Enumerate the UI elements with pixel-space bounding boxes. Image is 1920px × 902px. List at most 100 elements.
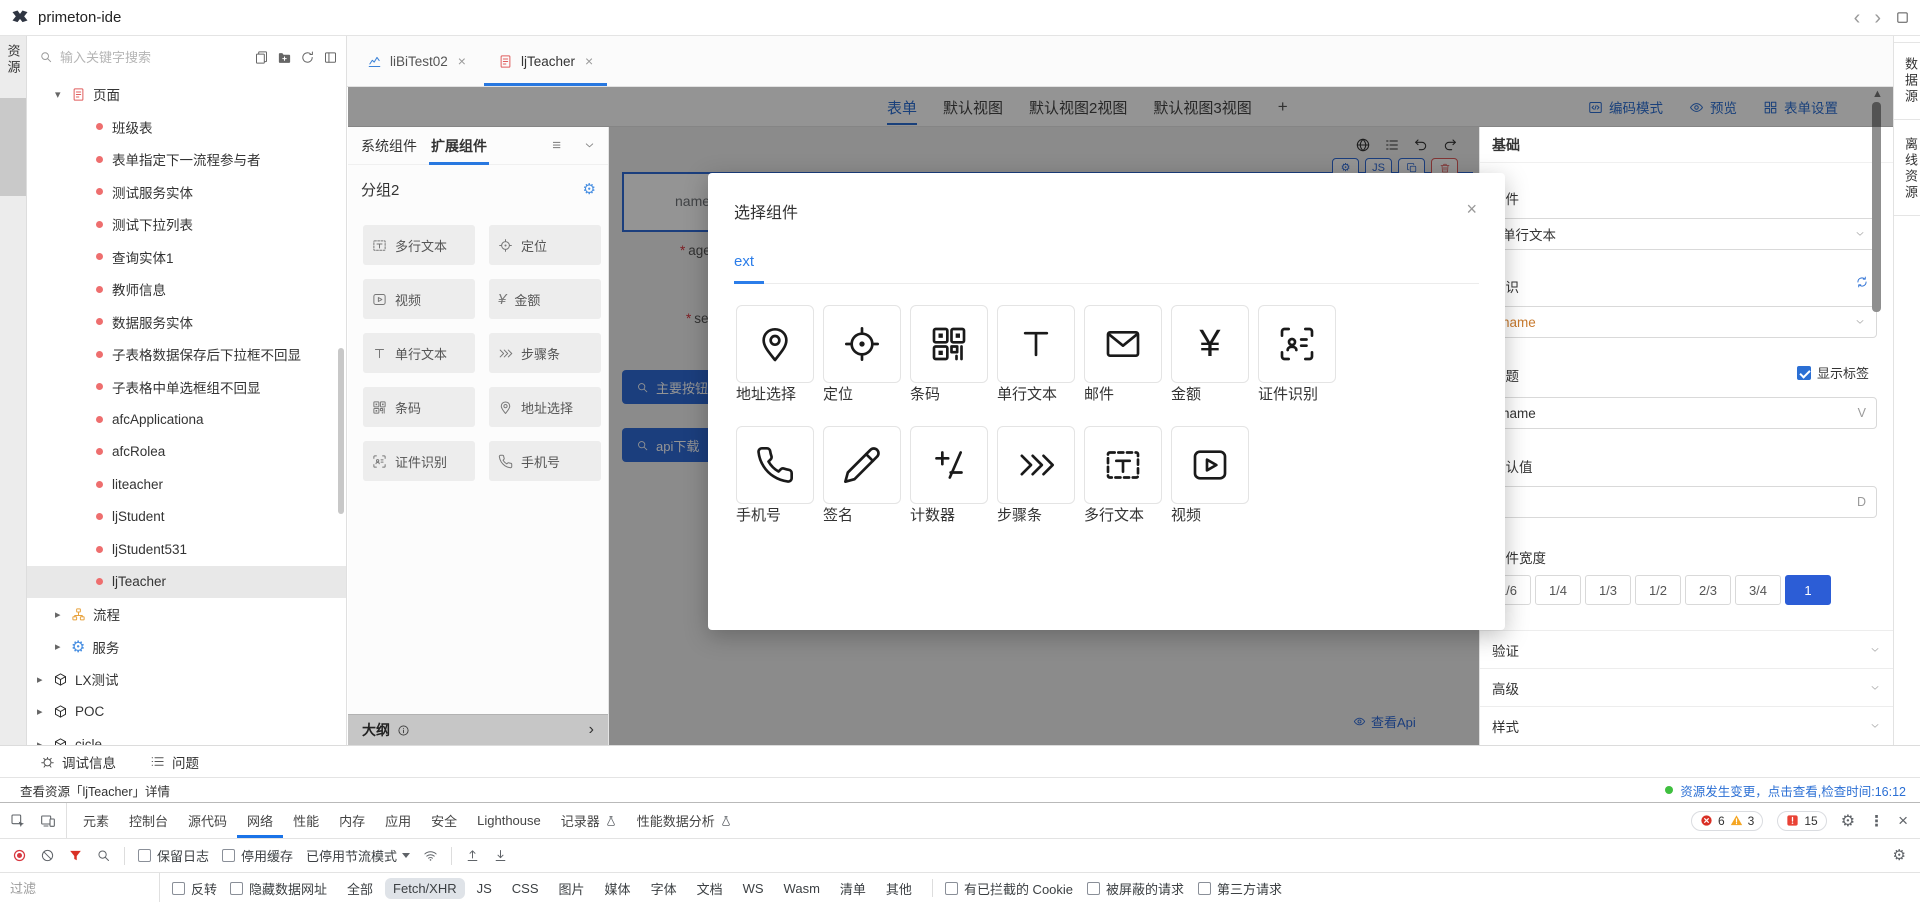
devtools-tab-应用[interactable]: 应用	[375, 803, 421, 838]
close-tab-icon[interactable]: ×	[585, 53, 593, 69]
tree-item-服务[interactable]: ▸⚙服务	[27, 631, 346, 664]
component-card-金额[interactable]: ¥金额	[1171, 305, 1249, 404]
width-option-2/3[interactable]: 2/3	[1685, 575, 1731, 605]
component-card-定位[interactable]: 定位	[823, 305, 901, 404]
component-card-条码[interactable]: 条码	[910, 305, 988, 404]
resource-changed-link[interactable]: 资源发生变更，点击查看,检查时间:16:12	[1665, 781, 1906, 800]
tree-item-ljStudent531[interactable]: ljStudent531	[27, 533, 346, 566]
component-card-多行文本[interactable]: 多行文本	[1084, 426, 1162, 525]
chevron-down-icon[interactable]	[583, 139, 596, 152]
component-card-步骤条[interactable]: 步骤条	[997, 426, 1075, 525]
bottom-tab-调试信息[interactable]: 调试信息	[40, 752, 116, 772]
palette-tab-系统组件[interactable]: 系统组件	[361, 127, 417, 165]
right-rail-离线资源[interactable]: 离线资源	[1894, 123, 1920, 216]
component-card-证件识别[interactable]: 证件识别	[1258, 305, 1336, 404]
component-card-计数器[interactable]: 计数器	[910, 426, 988, 525]
tree-item-ljStudent[interactable]: ljStudent	[27, 501, 346, 534]
tree-item-afcApplicationa[interactable]: afcApplicationa	[27, 403, 346, 436]
tree-collapse-arrow-icon[interactable]: ▸	[55, 608, 71, 621]
sync-icon[interactable]	[1855, 275, 1869, 289]
devtools-tab-安全[interactable]: 安全	[421, 803, 467, 838]
checkbox-icon[interactable]	[138, 849, 151, 862]
checkbox-有已拦截的 Cookie[interactable]: 有已拦截的 Cookie	[945, 879, 1073, 898]
network-search-icon[interactable]	[96, 848, 111, 863]
palette-item-条码[interactable]: 条码	[363, 387, 475, 427]
filter-type-媒体[interactable]: 媒体	[597, 876, 639, 901]
palette-item-证件识别[interactable]: 证件识别	[363, 441, 475, 481]
history-back-icon[interactable]: ‹	[1854, 8, 1861, 28]
devtools-tab-性能数据分析[interactable]: 性能数据分析	[627, 803, 742, 838]
tree-item-cicle[interactable]: ▸cicle	[27, 728, 346, 745]
console-badges[interactable]: 6 3	[1691, 811, 1763, 831]
component-card-单行文本[interactable]: 单行文本	[997, 305, 1075, 404]
filter-input[interactable]	[0, 873, 160, 902]
device-toolbar-icon[interactable]	[40, 813, 56, 829]
filter-type-CSS[interactable]: CSS	[504, 878, 547, 899]
filter-type-文档[interactable]: 文档	[689, 876, 731, 901]
palette-item-手机号[interactable]: 手机号	[489, 441, 601, 481]
outline-bar[interactable]: 大纲 ›	[348, 714, 608, 745]
devtools-tab-性能[interactable]: 性能	[283, 803, 329, 838]
tree-item-POC[interactable]: ▸POC	[27, 696, 346, 729]
record-icon[interactable]	[12, 848, 27, 863]
tree-item-页面[interactable]: ▾页面	[27, 78, 346, 111]
palette-item-多行文本[interactable]: 多行文本	[363, 225, 475, 265]
scrollbar-thumb[interactable]	[1872, 102, 1881, 312]
checkbox-icon[interactable]	[1087, 882, 1100, 895]
checkbox-icon[interactable]	[230, 882, 243, 895]
tab-ext[interactable]: ext	[734, 253, 754, 270]
palette-item-地址选择[interactable]: 地址选择	[489, 387, 601, 427]
tree-collapse-arrow-icon[interactable]: ▸	[37, 738, 53, 745]
checkbox-保留日志[interactable]: 保留日志	[138, 846, 209, 865]
checkbox-第三方请求[interactable]: 第三方请求	[1198, 879, 1282, 898]
component-card-邮件[interactable]: 邮件	[1084, 305, 1162, 404]
checkbox-icon[interactable]	[1198, 882, 1211, 895]
tree-item-班级表[interactable]: 班级表	[27, 111, 346, 144]
network-settings-gear-icon[interactable]: ⚙	[1893, 848, 1906, 863]
checkbox-icon[interactable]	[945, 882, 958, 895]
tree-collapse-arrow-icon[interactable]: ▸	[37, 673, 53, 686]
tree-item-查询实体1[interactable]: 查询实体1	[27, 241, 346, 274]
title-input[interactable]: name V	[1491, 397, 1877, 429]
tree-item-liteacher[interactable]: liteacher	[27, 468, 346, 501]
width-option-1/2[interactable]: 1/2	[1635, 575, 1681, 605]
component-card-视频[interactable]: 视频	[1171, 426, 1249, 525]
checkbox-icon[interactable]	[222, 849, 235, 862]
checkbox-checked-icon[interactable]	[1797, 366, 1811, 380]
devtools-tab-Lighthouse[interactable]: Lighthouse	[467, 803, 551, 838]
checkbox-icon[interactable]	[172, 882, 185, 895]
devtools-tab-元素[interactable]: 元素	[73, 803, 119, 838]
tree-item-子表格中单选框组不回显[interactable]: 子表格中单选框组不回显	[27, 371, 346, 404]
palette-tab-扩展组件[interactable]: 扩展组件	[431, 127, 487, 165]
section-样式[interactable]: 样式	[1480, 706, 1893, 744]
component-card-签名[interactable]: 签名	[823, 426, 901, 525]
refresh-icon[interactable]	[300, 50, 315, 65]
modal-backdrop[interactable]	[348, 87, 1893, 127]
clear-icon[interactable]	[40, 848, 55, 863]
new-folder-icon[interactable]	[277, 50, 292, 65]
palette-item-单行文本[interactable]: 单行文本	[363, 333, 475, 373]
right-rail-数据源[interactable]: 数据源	[1894, 42, 1920, 120]
palette-item-定位[interactable]: 定位	[489, 225, 601, 265]
palette-item-金额[interactable]: ¥金额	[489, 279, 601, 319]
throttling-select[interactable]: 已停用节流模式	[306, 846, 410, 865]
tree-item-子表格数据保存后下拉框不回显[interactable]: 子表格数据保存后下拉框不回显	[27, 338, 346, 371]
devtools-close-icon[interactable]: ×	[1898, 811, 1908, 831]
filter-type-图片[interactable]: 图片	[551, 876, 593, 901]
inspector-scrollbar[interactable]: ▲	[1870, 88, 1884, 742]
search-input[interactable]	[60, 50, 254, 65]
section-高级[interactable]: 高级	[1480, 668, 1893, 706]
checkbox-停用缓存[interactable]: 停用缓存	[222, 846, 293, 865]
devtools-tab-源代码[interactable]: 源代码	[178, 803, 237, 838]
issues-badge[interactable]: 15	[1777, 811, 1826, 831]
devtools-tab-内存[interactable]: 内存	[329, 803, 375, 838]
tree-item-测试下拉列表[interactable]: 测试下拉列表	[27, 208, 346, 241]
filter-type-其他[interactable]: 其他	[878, 876, 920, 901]
width-option-1/3[interactable]: 1/3	[1585, 575, 1631, 605]
filter-type-JS[interactable]: JS	[469, 878, 500, 899]
tree-item-教师信息[interactable]: 教师信息	[27, 273, 346, 306]
inspector-header[interactable]: 基础	[1480, 127, 1893, 163]
new-file-icon[interactable]	[254, 50, 269, 65]
editor-tab-ljTeacher[interactable]: ljTeacher×	[482, 36, 609, 86]
filter-funnel-icon[interactable]	[68, 848, 83, 863]
